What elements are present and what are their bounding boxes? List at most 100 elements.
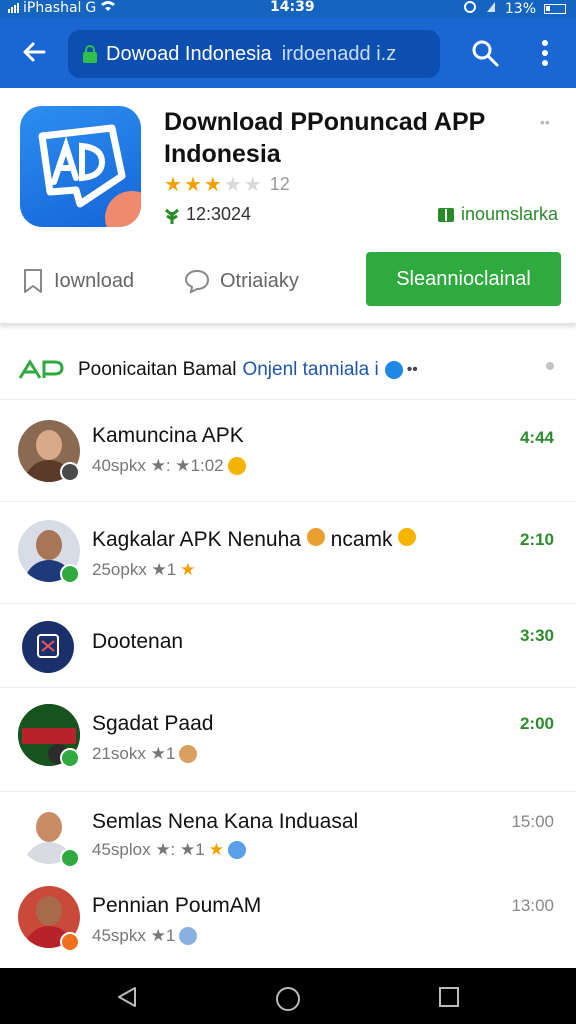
battery-icon <box>544 3 566 14</box>
leaf-icon <box>165 208 179 224</box>
app-brand-icon <box>18 358 64 379</box>
share-action[interactable]: Otriaiaky <box>184 254 299 308</box>
rating-count: 12 <box>269 174 290 194</box>
list-item[interactable]: Dootenan 3:30 <box>0 604 576 688</box>
alarm-icon <box>463 0 477 17</box>
ellipsis-icon: •• <box>406 360 418 378</box>
download-action[interactable]: Iownload <box>22 254 134 308</box>
share-action-label: Otriaiaky <box>220 269 299 292</box>
status-bar: iPhashal G 14:39 13% <box>0 0 576 18</box>
carrier-label: iPhashal <box>23 0 82 16</box>
verified-badge-icon <box>60 748 80 768</box>
star-icon: ★ <box>208 840 224 859</box>
item-meta: 25opkx ★1 ★ <box>92 560 196 580</box>
chat-bubble-icon <box>184 269 210 294</box>
more-horiz-icon[interactable]: •• <box>540 114 550 130</box>
item-name: Semlas Nena Kana Induasal <box>92 810 359 833</box>
shield-emblem-icon <box>37 634 59 658</box>
item-name-text: Kagkalar APK Nenuha <box>92 528 301 551</box>
rating: ★ ★ ★ ★ ★ 12 <box>164 174 290 195</box>
status-left: iPhashal G <box>8 0 116 15</box>
url-bar[interactable]: Dowoad Indonesia irdoenadd i.z <box>68 30 440 78</box>
star-icon: ★ <box>164 173 182 196</box>
app-title: Download PPonuncad APP Indonesia <box>164 108 485 168</box>
book-icon <box>437 207 454 222</box>
battery-label: 13% <box>504 0 536 17</box>
app-logo-icon <box>20 106 141 227</box>
lock-icon <box>83 45 97 63</box>
more-vert-icon[interactable] <box>536 38 554 68</box>
item-meta: 45spkx ★1 <box>92 926 198 946</box>
nav-back-icon[interactable] <box>116 986 138 1008</box>
item-name-extra: ncamk <box>330 528 393 551</box>
star-icon: ★ <box>203 173 222 196</box>
more-dot-icon[interactable] <box>546 362 554 370</box>
list-item[interactable]: Pennian PoumAM 45spkx ★1 13:00 <box>0 876 576 968</box>
clock: 14:39 <box>270 0 315 15</box>
download-action-label: Iownload <box>54 269 135 292</box>
url-text: Dowoad Indonesia <box>106 42 272 65</box>
item-meta: 21sokx ★1 <box>92 744 198 764</box>
download-count: 12:3024 <box>164 204 251 225</box>
section-subtitle[interactable]: Onjenl tanniala i <box>242 359 378 381</box>
list-item[interactable]: Sgadat Paad 21sokx ★1 2:00 <box>0 688 576 792</box>
emoji-icon <box>227 841 246 859</box>
item-name: Kagkalar APK Nenuha ncamk <box>92 528 417 552</box>
item-name: Sgadat Paad <box>92 712 214 735</box>
list-item[interactable]: Kagkalar APK Nenuha ncamk 25opkx ★1 ★ 2:… <box>0 502 576 604</box>
nav-home-icon[interactable] <box>275 986 301 1012</box>
list-item[interactable]: Semlas Nena Kana Induasal 45splox ★: ★1 … <box>0 792 576 876</box>
emoji-icon <box>398 528 417 546</box>
emoji-icon <box>227 457 246 475</box>
developer-link[interactable]: inoumslarka <box>437 204 558 225</box>
emoji-icon <box>179 745 198 763</box>
item-time: 2:00 <box>519 714 554 733</box>
item-name: Dootenan <box>92 630 184 653</box>
item-meta-text: 45splox ★: ★1 <box>92 840 205 859</box>
avatar-face <box>36 530 62 560</box>
nav-recents-icon[interactable] <box>438 986 460 1008</box>
item-meta-text: 25opkx ★1 <box>92 560 177 579</box>
item-time: 3:30 <box>519 626 554 645</box>
item-meta: 40spkx ★: ★1:02 <box>92 456 246 476</box>
item-name: Kamuncina APK <box>92 424 244 447</box>
network-label: G <box>85 0 97 16</box>
developer-name: inoumslarka <box>460 204 558 224</box>
system-nav-bar <box>0 968 576 1024</box>
avatar-face <box>36 896 62 926</box>
star-icon: ★ <box>180 560 196 579</box>
star-icon: ★ <box>183 173 202 196</box>
avatar <box>22 621 74 673</box>
signal-icon <box>8 2 19 13</box>
section-header: Poonicaitan Bamal Onjenl tanniala i •• <box>0 340 576 400</box>
item-meta: 45splox ★: ★1 ★ <box>92 840 246 860</box>
item-time: 4:44 <box>519 428 554 447</box>
verified-badge-icon <box>60 932 80 952</box>
status-right: 13% <box>463 0 566 17</box>
emoji-icon <box>306 528 325 546</box>
install-button[interactable]: Sleannioclainal <box>366 252 561 306</box>
verified-icon <box>384 360 403 379</box>
verified-badge-icon <box>60 848 80 868</box>
top-app-bar: Dowoad Indonesia irdoenadd i.z <box>0 18 576 88</box>
item-meta-text: 40spkx ★: ★1:02 <box>92 456 224 475</box>
item-name: Pennian PoumAM <box>92 894 262 917</box>
list-item[interactable]: Kamuncina APK 40spkx ★: ★1:02 4:44 <box>0 402 576 502</box>
emoji-icon <box>179 927 198 945</box>
item-time: 13:00 <box>511 896 554 915</box>
data-icon <box>485 0 497 17</box>
bookmark-icon <box>24 269 42 293</box>
verified-badge-icon <box>60 564 80 584</box>
verified-badge-icon <box>60 462 80 482</box>
avatar-face <box>36 812 62 842</box>
item-meta-text: 21sokx ★1 <box>92 744 176 763</box>
section-title: Poonicaitan Bamal <box>78 358 237 380</box>
star-empty-icon: ★ <box>243 173 262 196</box>
download-count-value: 12:3024 <box>186 204 252 224</box>
search-icon[interactable] <box>470 38 500 68</box>
star-empty-icon: ★ <box>223 173 242 196</box>
wifi-icon <box>100 0 116 15</box>
app-details-card: Download PPonuncad APP Indonesia •• ★ ★ … <box>0 88 576 324</box>
item-meta-text: 45spkx ★1 <box>92 926 176 945</box>
back-arrow-icon[interactable] <box>18 36 50 68</box>
